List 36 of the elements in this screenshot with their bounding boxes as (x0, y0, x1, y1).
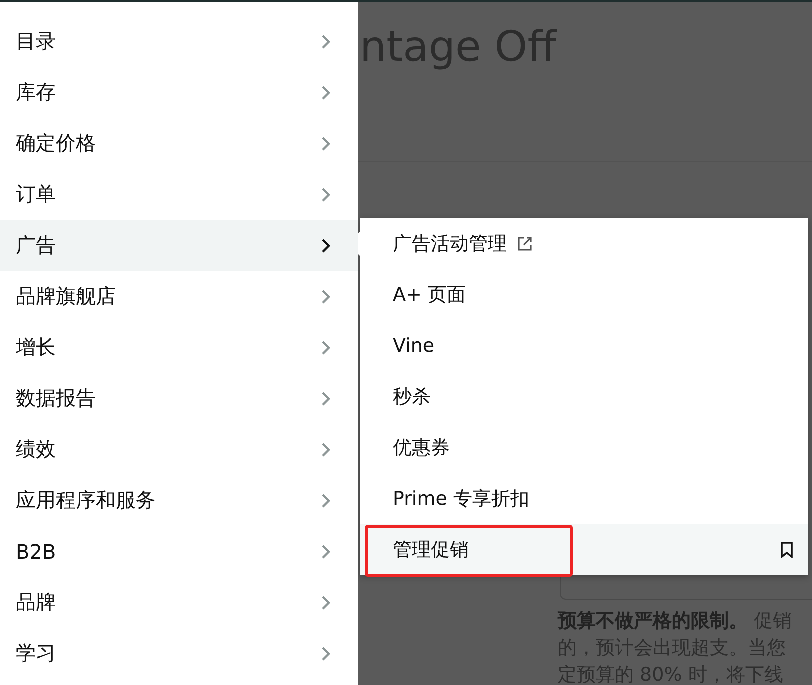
menu-item[interactable]: 目录 (0, 16, 358, 67)
chevron-icon (320, 34, 332, 50)
menu-item[interactable]: 应用程序和服务 (0, 475, 358, 526)
menu-item[interactable]: 增长 (0, 322, 358, 373)
chevron-icon (320, 238, 332, 254)
chevron-icon (320, 646, 332, 662)
chevron-icon (320, 390, 332, 406)
menu-item[interactable]: 广告 (0, 220, 358, 271)
menu-item[interactable]: 确定价格 (0, 118, 358, 169)
submenu-item[interactable]: Prime 专享折扣 (360, 473, 808, 524)
chevron-icon (320, 442, 332, 458)
submenu-item[interactable]: 优惠券 (360, 422, 808, 473)
text-field[interactable] (560, 577, 812, 600)
menu-item[interactable]: 品牌 (0, 577, 358, 628)
menu-item[interactable]: 品牌旗舰店 (0, 271, 358, 322)
chevron-icon (320, 492, 332, 508)
submenu-item[interactable]: A+ 页面 (360, 269, 808, 320)
bookmark-icon[interactable] (780, 542, 794, 558)
external-link-icon (517, 236, 533, 252)
chevron-icon (320, 288, 332, 304)
menu-item[interactable]: 学习 (0, 628, 358, 679)
menu-item[interactable]: 绩效 (0, 424, 358, 475)
menu-item[interactable]: 订单 (0, 169, 358, 220)
submenu-item[interactable]: 管理促销 (360, 524, 808, 575)
submenu-item[interactable]: 广告活动管理 (360, 218, 808, 269)
chevron-icon (320, 544, 332, 560)
menu-item[interactable]: B2B (0, 526, 358, 577)
chevron-icon (320, 136, 332, 152)
chevron-icon (320, 594, 332, 610)
menu-item[interactable]: 数据报告 (0, 373, 358, 424)
chevron-icon (320, 186, 332, 202)
chevron-icon (320, 84, 332, 100)
submenu-item[interactable]: 秒杀 (360, 371, 808, 422)
submenu-item[interactable]: Vine (360, 320, 808, 371)
menu-item[interactable]: 库存 (0, 67, 358, 118)
chevron-icon (320, 340, 332, 356)
